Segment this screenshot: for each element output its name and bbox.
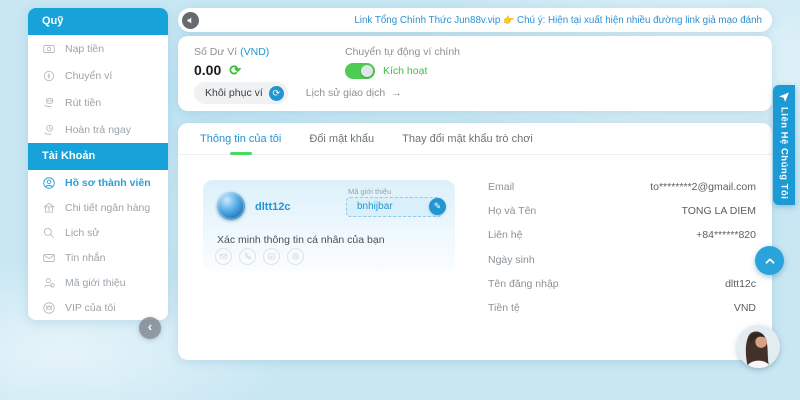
mail-icon[interactable]	[215, 248, 232, 265]
detail-value: TONG LA DIEM	[682, 205, 757, 217]
sidebar-item-member-profile[interactable]: Hồ sơ thành viên	[28, 170, 168, 195]
sidebar-item-history[interactable]: Lịch sử	[28, 220, 168, 245]
detail-value: dltt12c	[725, 278, 756, 290]
support-agent-avatar[interactable]	[737, 325, 780, 368]
balance-label: Số Dư Ví (VND)	[194, 46, 756, 58]
detail-label: Tiền tệ	[488, 302, 520, 314]
detail-row-email: Email to********2@gmail.com	[488, 175, 756, 199]
profile-tabs: Thông tin của tôi Đổi mật khẩu Thay đổi …	[178, 123, 772, 155]
bank-icon	[42, 201, 56, 215]
sidebar-item-withdraw[interactable]: Rút tiền	[28, 89, 168, 116]
speaker-icon	[182, 12, 199, 29]
sidebar-item-label: Nạp tiền	[65, 43, 104, 55]
sidebar-collapse-button[interactable]: ‹	[139, 317, 161, 339]
announcement-notice: Chú ý: Hiện tại xuất hiện nhiều đường li…	[517, 15, 762, 26]
sidebar-item-label: VIP của tôi	[65, 302, 116, 314]
balance-value: 0.00	[194, 62, 221, 78]
detail-row-login-name: Tên đăng nhập dltt12c	[488, 272, 756, 296]
sidebar-item-label: Hồ sơ thành viên	[65, 177, 151, 189]
sidebar-item-rebate[interactable]: Hoàn trả ngay	[28, 116, 168, 143]
support-agent-photo	[737, 325, 780, 368]
camera-icon[interactable]	[287, 248, 304, 265]
detail-label: Ngày sinh	[488, 254, 535, 266]
currency-label: (VND)	[240, 46, 269, 58]
member-profile-icon	[42, 176, 56, 190]
detail-label: Liên hệ	[488, 229, 522, 241]
restore-wallet-label: Khôi phục ví	[205, 87, 263, 99]
paper-plane-icon	[778, 91, 790, 103]
auto-transfer-toggle[interactable]	[345, 63, 375, 79]
announcement-marquee[interactable]: Link Tổng Chính Thức Jun88v.vip 👉 Chú ý:…	[354, 15, 762, 26]
announcement-bar: Link Tổng Chính Thức Jun88v.vip 👉 Chú ý:…	[178, 8, 772, 32]
detail-value: VND	[734, 302, 756, 314]
restore-wallet-button[interactable]: Khôi phục ví ⟳	[194, 82, 288, 104]
message-icon	[42, 251, 56, 265]
avatar	[217, 192, 245, 220]
pointer-emoji: 👉	[503, 15, 514, 25]
toggle-knob	[361, 65, 373, 77]
sidebar-item-deposit[interactable]: Nạp tiền	[28, 35, 168, 62]
chevron-up-icon	[763, 254, 777, 268]
username: dltt12c	[255, 201, 290, 213]
tab-change-password[interactable]: Đổi mật khẩu	[309, 123, 374, 155]
sidebar: Quỹ Nạp tiền Chuyển ví Rút tiền Hoàn trả…	[28, 8, 168, 320]
sidebar-section-account: Tài Khoản	[28, 143, 168, 170]
detail-value: to********2@gmail.com	[650, 181, 756, 193]
transaction-history-label: Lịch sử giao dịch	[306, 87, 385, 99]
account-details-list: Email to********2@gmail.com Họ và Tên TO…	[488, 175, 756, 320]
scroll-to-top-button[interactable]	[755, 246, 784, 275]
id-card-icon[interactable]	[263, 248, 280, 265]
toggle-status-label: Kích hoạt	[383, 65, 427, 77]
detail-value: +84******820	[696, 229, 756, 241]
wallet-card: Số Dư Ví (VND) 0.00 ⟳ Chuyển tự động ví …	[178, 36, 772, 111]
contact-us-label: Liên Hệ Chúng Tôi	[779, 107, 790, 199]
history-icon	[42, 226, 56, 240]
transaction-history-link[interactable]: Lịch sử giao dịch →	[306, 87, 402, 99]
verify-info-title: Xác minh thông tin cá nhân của bạn	[217, 234, 385, 246]
sidebar-item-referral-code[interactable]: Mã giới thiệu	[28, 270, 168, 295]
detail-label: Tên đăng nhập	[488, 278, 559, 290]
referral-code-label: Mã giới thiệu	[348, 187, 391, 196]
profile-summary-panel: dltt12c Mã giới thiệu bnhijbar ✎ Xác min…	[203, 180, 455, 272]
withdraw-icon	[42, 96, 56, 110]
detail-label: Họ và Tên	[488, 205, 536, 217]
rebate-icon	[42, 123, 56, 137]
restore-wallet-icon: ⟳	[269, 86, 284, 101]
sidebar-item-label: Hoàn trả ngay	[65, 124, 131, 136]
verify-icons-row	[215, 248, 304, 265]
tab-my-info[interactable]: Thông tin của tôi	[200, 123, 281, 155]
referral-code-input[interactable]: bnhijbar	[346, 197, 442, 217]
sidebar-item-label: Tin nhắn	[65, 252, 105, 264]
sidebar-item-bank-details[interactable]: Chi tiết ngân hàng	[28, 195, 168, 220]
detail-label: Email	[488, 181, 514, 193]
sidebar-item-messages[interactable]: Tin nhắn	[28, 245, 168, 270]
tab-change-game-password[interactable]: Thay đổi mật khẩu trò chơi	[402, 123, 533, 155]
detail-row-fullname: Họ và Tên TONG LA DIEM	[488, 199, 756, 223]
wallet-transfer-icon	[42, 69, 56, 83]
sidebar-item-transfer-wallet[interactable]: Chuyển ví	[28, 62, 168, 89]
sidebar-item-label: Chuyển ví	[65, 70, 112, 82]
profile-main-card: Thông tin của tôi Đổi mật khẩu Thay đổi …	[178, 123, 772, 360]
official-link[interactable]: Link Tổng Chính Thức Jun88v.vip	[354, 15, 500, 26]
refresh-balance-icon[interactable]: ⟳	[229, 63, 241, 77]
arrow-right-icon: →	[391, 87, 402, 99]
phone-icon[interactable]	[239, 248, 256, 265]
sidebar-item-label: Rút tiền	[65, 97, 101, 109]
deposit-icon	[42, 42, 56, 56]
detail-row-currency: Tiền tệ VND	[488, 296, 756, 320]
sidebar-item-label: Mã giới thiệu	[65, 277, 126, 289]
vip-icon	[42, 301, 56, 315]
sidebar-section-funds: Quỹ	[28, 8, 168, 35]
referral-icon	[42, 276, 56, 290]
referral-edit-button[interactable]: ✎	[429, 198, 446, 215]
sidebar-item-label: Lịch sử	[65, 227, 99, 239]
auto-transfer-label: Chuyển tự động ví chính	[345, 46, 460, 58]
detail-row-birthdate: Ngày sinh	[488, 248, 756, 272]
detail-row-contact: Liên hệ +84******820	[488, 223, 756, 247]
sidebar-item-label: Chi tiết ngân hàng	[65, 202, 150, 214]
contact-us-tab[interactable]: Liên Hệ Chúng Tôi	[773, 85, 795, 205]
